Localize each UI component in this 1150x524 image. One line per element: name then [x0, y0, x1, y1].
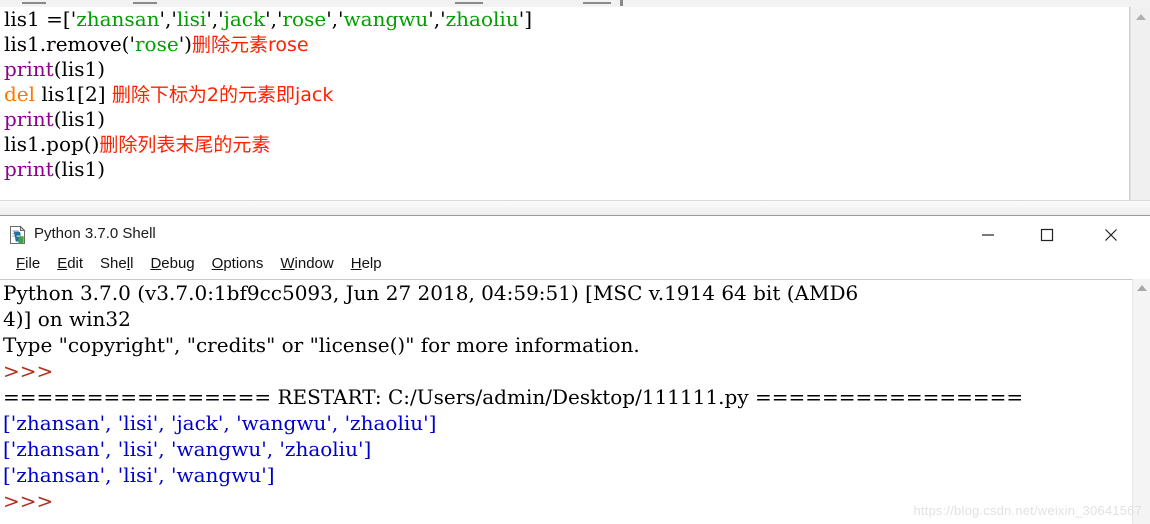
code-token-plain: lis1[2] [35, 82, 112, 106]
editor-vertical-scrollbar[interactable] [1130, 7, 1150, 200]
shell-menu-bar: File Edit Shell Debug Options Window Help [0, 253, 1150, 279]
code-line: print(lis1) [0, 157, 1129, 182]
maximize-button[interactable] [1024, 217, 1070, 253]
code-token-comment-cn: 删除元素rose [192, 34, 309, 56]
code-line: lis1.pop()删除列表末尾的元素 [0, 132, 1129, 157]
code-token-plain: ') [178, 32, 192, 56]
code-line: print(lis1) [0, 107, 1129, 132]
shell-title-bar: Python 3.7.0 Shell [0, 217, 1150, 253]
code-token-comment-cn: 删除下标为2的元素即jack [111, 84, 334, 106]
editor-code-area[interactable]: lis1 =['zhansan','lisi','jack','rose','w… [0, 7, 1130, 200]
code-token-string: rose [134, 32, 179, 56]
minimize-icon [982, 234, 994, 236]
code-line: lis1 =['zhansan','lisi','jack','rose','w… [0, 7, 1129, 32]
scroll-up-arrow-icon[interactable] [1136, 285, 1147, 291]
code-token-builtin: print [4, 157, 54, 181]
code-token-plain: (lis1) [53, 157, 106, 181]
menu-item-shell[interactable]: Shell [92, 253, 142, 274]
code-token-builtin: print [4, 107, 54, 131]
code-token-plain: ',' [206, 7, 224, 31]
idle-editor-window: lis1 =['zhansan','lisi','jack','rose','w… [0, 0, 1150, 216]
code-token-string: lisi [176, 7, 207, 31]
shell-vertical-scrollbar[interactable] [1132, 279, 1150, 524]
maximize-icon [1040, 228, 1054, 242]
code-token-string: zhaoliu [445, 7, 519, 31]
shell-line-plain: Python 3.7.0 (v3.7.0:1bf9cc5093, Jun 27 … [3, 281, 859, 305]
shell-line-restart: ================ RESTART: C:/Users/admin… [3, 385, 1024, 409]
watermark-text: https://blog.csdn.net/weixin_30641567 [913, 503, 1142, 518]
menu-item-options[interactable]: Options [204, 253, 273, 274]
shell-line-output: ['zhansan', 'lisi', 'jack', 'wangwu', 'z… [3, 411, 437, 435]
scroll-up-arrow-icon[interactable] [1135, 14, 1146, 20]
shell-line-output: ['zhansan', 'lisi', 'wangwu', 'zhaoliu'] [3, 437, 372, 461]
code-token-plain: lis1.remove(' [4, 32, 135, 56]
code-token-plain: ',' [326, 7, 344, 31]
code-token-plain: (lis1) [53, 57, 106, 81]
close-button[interactable] [1088, 217, 1134, 253]
code-line: del lis1[2] 删除下标为2的元素即jack [0, 82, 1129, 107]
code-token-plain: ',' [265, 7, 283, 31]
menu-item-edit[interactable]: Edit [49, 253, 92, 274]
shell-window-title: Python 3.7.0 Shell [34, 225, 156, 242]
code-token-keyword: del [4, 82, 36, 106]
code-token-builtin: print [4, 57, 54, 81]
python-shell-window: Python 3.7.0 Shell File Edit Shell Debug Opt… [0, 217, 1150, 524]
code-token-string: zhansan [76, 7, 160, 31]
shell-line-output: ['zhansan', 'lisi', 'wangwu'] [3, 463, 275, 487]
code-token-plain: ',' [159, 7, 177, 31]
code-token-string: rose [282, 7, 327, 31]
shell-line-plain: Type "copyright", "credits" or "license(… [3, 333, 640, 357]
shell-line-prompt: >>> [3, 359, 54, 383]
code-token-plain: ',' [428, 7, 446, 31]
close-icon [1105, 229, 1117, 241]
minimize-button[interactable] [965, 217, 1011, 253]
code-token-plain: lis1.pop() [4, 132, 100, 156]
menu-item-file[interactable]: File [8, 253, 49, 274]
menu-item-debug[interactable]: Debug [142, 253, 203, 274]
menu-item-help[interactable]: Help [343, 253, 391, 274]
code-line: lis1.remove('rose')删除元素rose [0, 32, 1129, 57]
python-file-icon [8, 225, 28, 245]
editor-horizontal-scrollbar[interactable] [0, 200, 1150, 216]
code-line: print(lis1) [0, 57, 1129, 82]
shell-line-plain: 4)] on win32 [3, 307, 131, 331]
menu-item-window[interactable]: Window [272, 253, 342, 274]
code-token-string: jack [223, 7, 266, 31]
code-token-comment-cn: 删除列表末尾的元素 [99, 134, 271, 156]
code-token-plain: '] [518, 7, 533, 31]
code-token-plain: (lis1) [53, 107, 106, 131]
code-token-string: wangwu [343, 7, 429, 31]
code-token-plain: lis1 =[' [4, 7, 77, 31]
shell-output-area[interactable]: Python 3.7.0 (v3.7.0:1bf9cc5093, Jun 27 … [0, 279, 1133, 524]
